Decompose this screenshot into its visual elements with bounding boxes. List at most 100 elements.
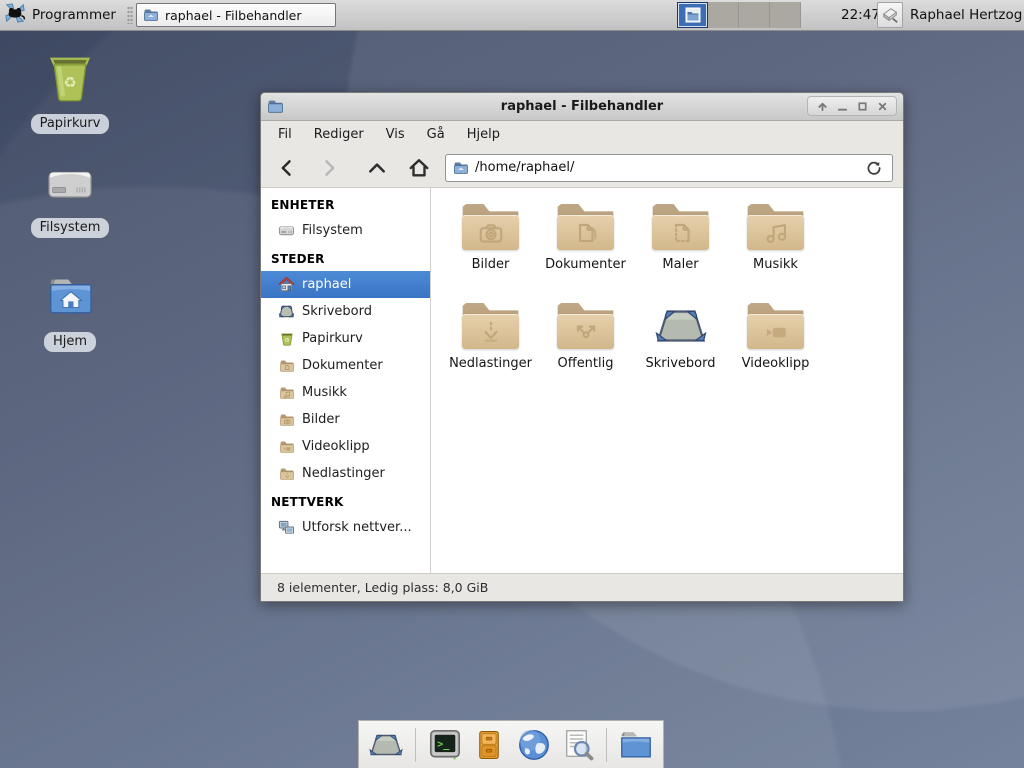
- sidebar-header-network: NETTVERK: [261, 487, 430, 514]
- desktop-icon-home[interactable]: Hjem: [18, 272, 122, 352]
- desktop-icon-label: Filsystem: [31, 218, 110, 238]
- file-skrivebord[interactable]: Skrivebord: [633, 299, 728, 398]
- sidebar-item-raphael[interactable]: raphael: [261, 271, 430, 298]
- folder-public-icon: [557, 303, 615, 349]
- sidebar-item-network[interactable]: Utforsk nettver...: [261, 514, 430, 541]
- path-input[interactable]: [475, 160, 857, 175]
- sidebar-item-label: Videoklipp: [302, 438, 370, 455]
- toolbar: [261, 148, 903, 188]
- svg-text:♻: ♻: [284, 337, 289, 344]
- folder-templates-icon: [652, 204, 710, 250]
- terminal-icon: >_: [426, 726, 464, 764]
- file-nedlastinger[interactable]: Nedlastinger: [443, 299, 538, 398]
- path-folder-icon: [453, 160, 469, 176]
- up-button[interactable]: [361, 153, 393, 183]
- back-button[interactable]: [271, 153, 303, 183]
- trash-icon: ♻: [278, 330, 295, 347]
- path-bar[interactable]: [445, 154, 893, 182]
- file-label: Musikk: [753, 257, 798, 272]
- home-folder-icon: [42, 272, 98, 326]
- file-cabinet-icon: [472, 726, 506, 764]
- sidebar-item-videos[interactable]: Videoklipp: [261, 433, 430, 460]
- menubar: Fil Rediger Vis Gå Hjelp: [261, 121, 903, 148]
- taskbar-window-label: raphael - Filbehandler: [165, 8, 302, 23]
- titlebar[interactable]: raphael - Filbehandler: [261, 93, 903, 121]
- file-manager-button[interactable]: [471, 725, 508, 765]
- workspace-3[interactable]: [739, 2, 770, 28]
- harddrive-icon: [42, 158, 98, 212]
- sidebar-item-label: Papirkurv: [302, 330, 363, 347]
- top-panel: Programmer raphael - Filbehandler 22:47: [0, 0, 1024, 31]
- folder-music-icon: [747, 204, 805, 250]
- blue-folder-icon: [617, 728, 655, 762]
- folder-music-icon: [278, 384, 295, 401]
- file-view[interactable]: Bilder Dokumenter: [431, 188, 903, 573]
- file-bilder[interactable]: Bilder: [443, 200, 538, 299]
- desktop-icon: [278, 303, 295, 320]
- home-button[interactable]: [403, 153, 435, 183]
- folder-downloads-icon: [462, 303, 520, 349]
- search-document-icon: [560, 726, 596, 764]
- file-label: Nedlastinger: [449, 356, 532, 371]
- bottom-dock: >_: [358, 720, 664, 768]
- file-maler[interactable]: Maler: [633, 200, 728, 299]
- web-browser-button[interactable]: [515, 725, 553, 765]
- file-label: Maler: [662, 257, 698, 272]
- sidebar-item-music[interactable]: Musikk: [261, 379, 430, 406]
- xfce-mouse-icon: [4, 2, 26, 28]
- applications-menu-label: Programmer: [32, 7, 116, 23]
- svg-text:♻: ♻: [63, 74, 76, 92]
- folder-pictures-icon: [278, 411, 295, 428]
- search-button[interactable]: [560, 725, 597, 765]
- desktop-icon-filesystem[interactable]: Filsystem: [18, 158, 122, 238]
- taskbar-window-button[interactable]: raphael - Filbehandler: [136, 3, 336, 27]
- sidebar-item-documents[interactable]: Dokumenter: [261, 352, 430, 379]
- file-label: Skrivebord: [645, 356, 715, 371]
- workspace-window-icon: [685, 7, 701, 23]
- maximize-button[interactable]: [854, 99, 870, 113]
- file-browser-button[interactable]: [617, 725, 655, 765]
- sidebar-item-label: Bilder: [302, 411, 340, 428]
- menu-edit[interactable]: Rediger: [303, 123, 375, 146]
- sidebar-header-places: STEDER: [261, 244, 430, 271]
- menu-file[interactable]: Fil: [267, 123, 303, 146]
- sidebar-item-pictures[interactable]: Bilder: [261, 406, 430, 433]
- workspace-2[interactable]: [708, 2, 739, 28]
- applications-menu-button[interactable]: Programmer: [0, 0, 124, 30]
- close-button[interactable]: [874, 99, 890, 113]
- minimize-button[interactable]: [834, 99, 850, 113]
- menu-help[interactable]: Hjelp: [456, 123, 511, 146]
- file-offentlig[interactable]: Offentlig: [538, 299, 633, 398]
- reload-button[interactable]: [863, 157, 885, 179]
- desktop-icon-label: Hjem: [44, 332, 96, 352]
- forward-button[interactable]: [313, 153, 345, 183]
- svg-text:>_: >_: [437, 738, 450, 750]
- dock-separator: [415, 728, 416, 762]
- menu-go[interactable]: Gå: [416, 123, 456, 146]
- file-dokumenter[interactable]: Dokumenter: [538, 200, 633, 299]
- file-videoklipp[interactable]: Videoklipp: [728, 299, 823, 398]
- sidebar-item-label: Musikk: [302, 384, 347, 401]
- sidebar-item-trash[interactable]: ♻ Papirkurv: [261, 325, 430, 352]
- sidebar-item-downloads[interactable]: Nedlastinger: [261, 460, 430, 487]
- file-label: Offentlig: [558, 356, 614, 371]
- menu-view[interactable]: Vis: [375, 123, 416, 146]
- workspace-pager: [677, 2, 801, 28]
- shade-button[interactable]: [814, 99, 830, 113]
- session-button[interactable]: [877, 2, 903, 28]
- sidebar-item-filesystem[interactable]: Filsystem: [261, 217, 430, 244]
- harddrive-icon: [278, 222, 295, 239]
- terminal-button[interactable]: >_: [426, 725, 464, 765]
- file-label: Bilder: [472, 257, 510, 272]
- show-desktop-button[interactable]: [367, 725, 405, 765]
- file-musikk[interactable]: Musikk: [728, 200, 823, 299]
- sidebar-item-label: Skrivebord: [302, 303, 372, 320]
- folder-downloads-icon: [278, 465, 295, 482]
- folder-videos-icon: [747, 303, 805, 349]
- globe-icon: [515, 726, 553, 764]
- workspace-1[interactable]: [677, 2, 708, 28]
- desktop-icon-trash[interactable]: ♻ Papirkurv: [18, 52, 122, 134]
- sidebar-item-desktop[interactable]: Skrivebord: [261, 298, 430, 325]
- workspace-4[interactable]: [770, 2, 801, 28]
- places-sidebar: ENHETER Filsystem STEDER: [261, 188, 431, 573]
